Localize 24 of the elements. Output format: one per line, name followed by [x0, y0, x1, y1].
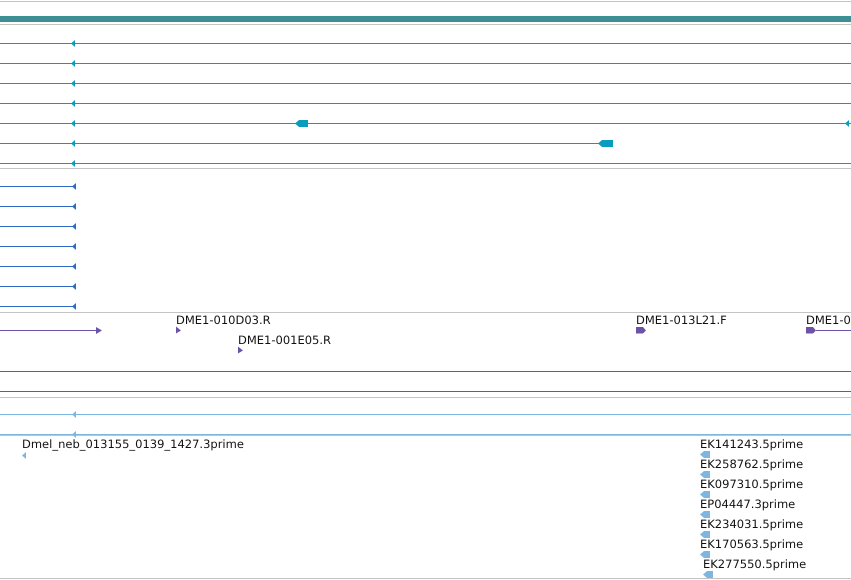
feature-glyph	[700, 451, 710, 458]
feature-label: EK170563.5prime	[700, 537, 804, 551]
feature-label: EP04447.3prime	[700, 497, 796, 511]
feature-label: EK234031.5prime	[700, 517, 804, 531]
feature-label: DME1-010D03.R	[176, 313, 271, 327]
feature-label: EK141243.5prime	[700, 437, 804, 451]
feature-label: EK258762.5prime	[700, 457, 804, 471]
feature-glyph	[700, 491, 710, 498]
feature-glyph	[700, 531, 710, 538]
feature-label: EK097310.5prime	[700, 477, 804, 491]
feature-glyph	[176, 326, 181, 334]
feature-label: DME1-013L21.F	[636, 313, 727, 327]
feature-glyph	[703, 571, 713, 578]
feature-label: Dmel_neb_013155_0139_1427.3prime	[22, 437, 244, 451]
feature-glyph	[238, 346, 243, 354]
feature-label: DME1-0	[806, 313, 851, 327]
feature-glyph	[700, 511, 710, 518]
feature-glyph	[700, 471, 710, 478]
feature-label: EK277550.5prime	[703, 557, 806, 571]
feature-glyph	[806, 327, 851, 334]
feature-label: DME1-001E05.R	[238, 333, 332, 347]
feature-glyph	[700, 551, 710, 558]
feature-glyph	[636, 327, 646, 334]
feature-glyph	[22, 452, 26, 459]
